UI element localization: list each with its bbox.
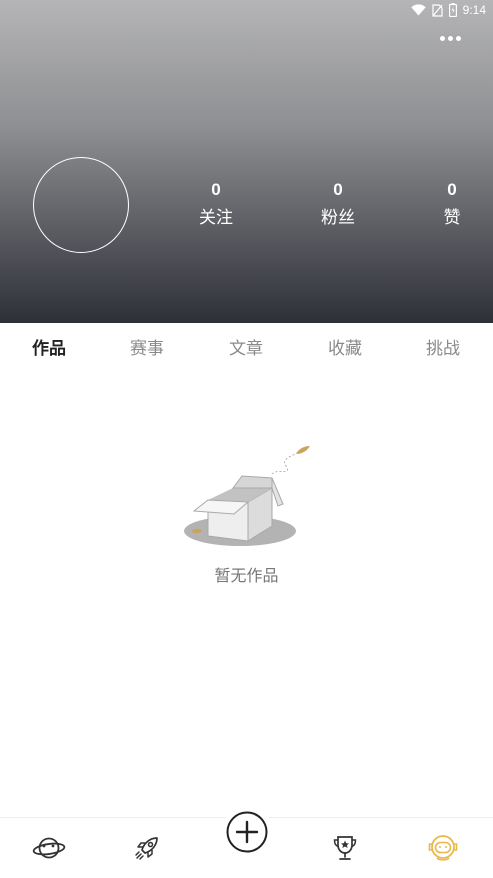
more-options-button[interactable] [435, 26, 465, 50]
avatar[interactable] [33, 157, 129, 253]
no-sim-icon [432, 3, 443, 17]
follow-count: 0 [211, 180, 221, 199]
status-time: 9:14 [462, 3, 486, 17]
astronaut-icon [428, 835, 458, 861]
planet-icon [32, 837, 66, 859]
nav-profile[interactable] [421, 826, 465, 870]
likes-label: 赞 [443, 208, 461, 228]
more-dot-2 [447, 35, 453, 41]
tab-favorites[interactable]: 收藏 [328, 337, 362, 361]
nav-ranking[interactable] [323, 826, 367, 870]
more-dots-icon [439, 35, 445, 41]
likes-count: 0 [447, 180, 457, 199]
stat-follow[interactable]: 0 关注 [176, 178, 256, 232]
rocket-icon [135, 837, 158, 860]
stat-fans[interactable]: 0 粉丝 [298, 178, 378, 232]
create-button[interactable] [221, 806, 273, 858]
follow-label: 关注 [199, 208, 233, 228]
add-icon [226, 811, 268, 853]
profile-header: 9:14 0 关注 0 粉丝 0 赞 [0, 0, 493, 323]
fans-label: 粉丝 [321, 208, 355, 228]
nav-rocket[interactable] [125, 826, 169, 870]
fans-count: 0 [333, 180, 343, 199]
battery-icon [448, 3, 457, 17]
bottom-nav [0, 806, 493, 878]
stat-likes[interactable]: 0 赞 [412, 178, 492, 232]
empty-state-text: 暂无作品 [214, 566, 279, 585]
trophy-icon [333, 836, 357, 860]
empty-box-icon [184, 446, 310, 546]
tab-articles[interactable]: 文章 [229, 337, 263, 361]
tab-challenges[interactable]: 挑战 [426, 337, 460, 361]
more-dot-3 [455, 35, 461, 41]
content-tabs: 作品 赛事 文章 收藏 挑战 [0, 323, 493, 379]
nav-discover[interactable] [27, 826, 71, 870]
status-bar: 9:14 [410, 0, 493, 20]
tab-events[interactable]: 赛事 [130, 337, 164, 361]
tab-works[interactable]: 作品 [32, 337, 66, 361]
wifi-icon [410, 4, 426, 16]
